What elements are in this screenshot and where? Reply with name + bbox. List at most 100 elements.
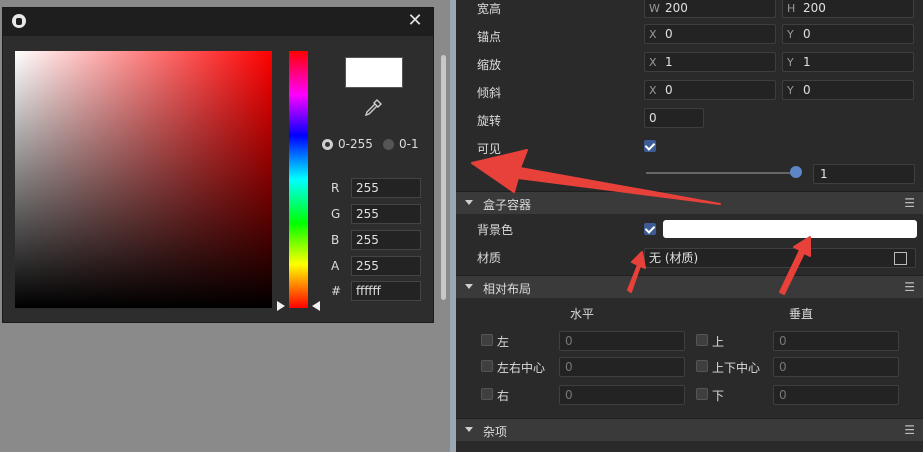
width-value: 200 [665, 1, 688, 15]
hue-slider[interactable] [289, 51, 308, 308]
channel-r-input[interactable]: 255 [351, 178, 421, 198]
anchor-y-field[interactable]: Y0 [782, 24, 914, 44]
channel-b-input[interactable]: 255 [351, 230, 421, 250]
scale-y-field[interactable]: Y1 [782, 52, 914, 72]
width-field[interactable]: W 200 [644, 0, 776, 18]
close-icon[interactable]: ✕ [405, 11, 425, 31]
box-container-section[interactable]: 盒子容器 ☰ [456, 191, 923, 214]
canvas-scrollbar[interactable] [441, 55, 446, 300]
channel-g-row: G 255 [331, 204, 421, 224]
scale-x-field[interactable]: X1 [644, 52, 776, 72]
right-value: 0 [565, 388, 573, 402]
skew-row: 倾斜 X0 Y0 [456, 78, 923, 106]
section-title: 盒子容器 [483, 198, 532, 212]
hex-input[interactable]: ffffff [351, 281, 421, 301]
rotation-row: 旋转 0 [456, 106, 923, 134]
h-center-input[interactable]: 0 [559, 357, 685, 377]
top-input[interactable]: 0 [773, 331, 899, 351]
material-label: 材质 [477, 251, 502, 265]
channel-g-input[interactable]: 255 [351, 204, 421, 224]
left-checkbox[interactable] [481, 334, 493, 346]
h-center-checkbox[interactable] [481, 360, 493, 372]
channel-label: R [331, 181, 340, 195]
channel-label: A [331, 259, 340, 273]
layout-row: 右 0 下 0 [456, 381, 923, 409]
height-value: 200 [803, 1, 826, 15]
alpha-slider-track[interactable] [646, 172, 796, 174]
app-logo-icon [12, 14, 26, 28]
anchor-x-value: 0 [665, 27, 673, 41]
rotation-label: 旋转 [477, 114, 502, 128]
material-field[interactable]: 无 (材质) [644, 248, 916, 268]
bottom-value: 0 [779, 388, 787, 402]
axis-label: Y [787, 84, 794, 97]
skew-x-value: 0 [665, 83, 673, 97]
anchor-row: 锚点 X0 Y0 [456, 22, 923, 50]
h-center-label: 左右中心 [497, 361, 546, 375]
bottom-input[interactable]: 0 [773, 385, 899, 405]
axis-label: Y [787, 28, 794, 41]
section-title: 相对布局 [483, 282, 532, 296]
right-input[interactable]: 0 [559, 385, 685, 405]
alpha-field[interactable]: 1 [813, 164, 915, 184]
left-label: 左 [497, 335, 510, 349]
channel-label: B [331, 233, 340, 247]
v-center-checkbox[interactable] [696, 360, 708, 372]
eyedropper-icon[interactable] [363, 98, 383, 118]
hue-handle-left[interactable] [277, 301, 285, 311]
collapse-caret-icon[interactable] [465, 284, 473, 289]
channel-label: G [331, 207, 341, 221]
mode-0-255-option[interactable]: 0-255 [322, 137, 373, 151]
hex-label: # [331, 284, 342, 298]
left-input[interactable]: 0 [559, 331, 685, 351]
open-link-icon[interactable] [894, 252, 907, 265]
relative-layout-section[interactable]: 相对布局 ☰ [456, 275, 923, 298]
bg-color-checkbox[interactable] [644, 223, 656, 235]
axis-label: Y [787, 56, 794, 69]
hue-handle-right[interactable] [312, 301, 320, 311]
color-preview [345, 57, 403, 88]
v-center-input[interactable]: 0 [773, 357, 899, 377]
rotation-field[interactable]: 0 [644, 108, 704, 128]
bg-color-label: 背景色 [477, 223, 514, 237]
bg-color-swatch[interactable] [663, 220, 917, 238]
right-checkbox[interactable] [481, 388, 493, 400]
hex-row: # ffffff [331, 281, 421, 301]
top-checkbox[interactable] [696, 334, 708, 346]
skew-y-value: 0 [803, 83, 811, 97]
section-menu-icon[interactable]: ☰ [904, 423, 915, 437]
axis-label: H [787, 2, 796, 15]
visible-checkbox[interactable] [644, 140, 656, 152]
layout-row: 左右中心 0 上下中心 0 [456, 353, 923, 381]
left-value: 0 [565, 334, 573, 348]
scale-row: 缩放 X1 Y1 [456, 50, 923, 78]
skew-x-field[interactable]: X0 [644, 80, 776, 100]
scale-label: 缩放 [477, 58, 502, 72]
axis-label: X [649, 28, 657, 41]
radio-unselected-icon[interactable] [383, 138, 394, 150]
height-field[interactable]: H 200 [782, 0, 914, 18]
material-value: 无 (材质) [649, 251, 699, 265]
saturation-value-area[interactable] [15, 51, 272, 308]
material-row: 材质 无 (材质) [456, 243, 923, 271]
misc-section[interactable]: 杂项 ☰ [456, 418, 923, 441]
section-menu-icon[interactable]: ☰ [904, 280, 915, 294]
anchor-y-value: 0 [803, 27, 811, 41]
scale-x-value: 1 [665, 55, 673, 69]
section-menu-icon[interactable]: ☰ [904, 196, 915, 210]
alpha-slider-knob[interactable] [790, 166, 802, 178]
anchor-x-field[interactable]: X0 [644, 24, 776, 44]
collapse-caret-icon[interactable] [465, 427, 473, 432]
scale-y-value: 1 [803, 55, 811, 69]
dialog-title-bar[interactable]: ✕ [3, 8, 433, 36]
axis-label: X [649, 84, 657, 97]
skew-label: 倾斜 [477, 86, 502, 100]
mode-0-1-option[interactable]: 0-1 [383, 137, 419, 151]
collapse-caret-icon[interactable] [465, 200, 473, 205]
radio-selected-icon[interactable] [322, 138, 333, 150]
skew-y-field[interactable]: Y0 [782, 80, 914, 100]
bottom-checkbox[interactable] [696, 388, 708, 400]
anchor-label: 锚点 [477, 30, 502, 44]
channel-a-input[interactable]: 255 [351, 256, 421, 276]
layout-row: 左 0 上 0 [456, 327, 923, 355]
